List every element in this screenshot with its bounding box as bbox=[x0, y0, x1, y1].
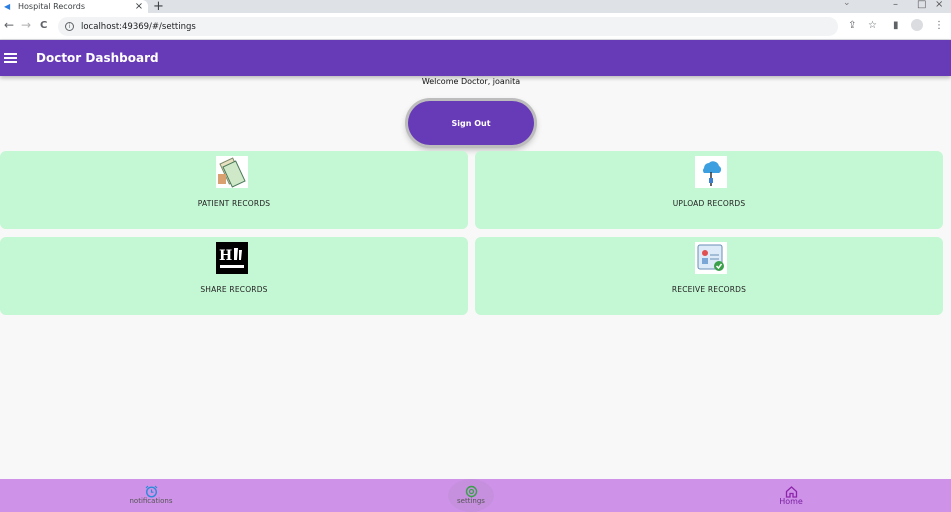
svg-text:H: H bbox=[219, 248, 232, 264]
favicon-icon: ◀ bbox=[4, 1, 11, 11]
card-label: RECEIVE RECORDS bbox=[671, 285, 747, 294]
tab-title: Hospital Records bbox=[18, 2, 85, 11]
tab-close-button[interactable]: × bbox=[134, 1, 144, 12]
card-label: UPLOAD RECORDS bbox=[672, 199, 746, 208]
home-icon bbox=[765, 483, 817, 498]
patient-records-icon bbox=[216, 156, 248, 188]
profile-avatar-icon[interactable] bbox=[911, 19, 923, 31]
receive-records-icon bbox=[695, 242, 727, 274]
new-tab-button[interactable]: + bbox=[153, 0, 164, 14]
sign-out-button[interactable]: Sign Out bbox=[408, 101, 534, 145]
card-patient-records[interactable]: PATIENT RECORDS bbox=[0, 151, 468, 229]
app-bar: Doctor Dashboard bbox=[0, 40, 951, 76]
browser-tab-strip: ◀ Hospital Records × + ⌄ – □ × bbox=[0, 0, 951, 14]
nav-label: notifications bbox=[129, 497, 173, 505]
address-bar[interactable]: i localhost:49369/#/settings bbox=[58, 17, 838, 36]
nav-home[interactable]: Home bbox=[765, 479, 817, 512]
menu-icon[interactable] bbox=[4, 51, 17, 65]
card-label: SHARE RECORDS bbox=[200, 285, 268, 294]
browser-toolbar: ← → C i localhost:49369/#/settings ⇪ ☆ ▮… bbox=[0, 13, 951, 40]
card-upload-records[interactable]: UPLOAD RECORDS bbox=[475, 151, 943, 229]
url-text: localhost:49369/#/settings bbox=[81, 21, 196, 32]
back-button[interactable]: ← bbox=[4, 18, 14, 32]
tab-search-icon[interactable]: ⌄ bbox=[843, 0, 851, 8]
browser-tab[interactable]: ◀ Hospital Records × bbox=[0, 0, 148, 13]
upload-cloud-icon bbox=[695, 156, 727, 188]
reload-button[interactable]: C bbox=[40, 20, 47, 31]
settings-icon bbox=[448, 483, 494, 498]
page-title: Doctor Dashboard bbox=[36, 51, 159, 65]
side-panel-icon[interactable]: ▮ bbox=[893, 20, 899, 31]
bottom-navigation: notifications settings Home bbox=[0, 479, 951, 512]
share-records-icon: H bbox=[216, 242, 248, 274]
share-icon[interactable]: ⇪ bbox=[848, 20, 856, 31]
forward-button[interactable]: → bbox=[21, 18, 31, 32]
nav-settings[interactable]: settings bbox=[448, 479, 494, 512]
bookmark-star-icon[interactable]: ☆ bbox=[868, 20, 877, 31]
close-window-button[interactable]: × bbox=[935, 0, 943, 10]
minimize-button[interactable]: – bbox=[893, 0, 898, 10]
browser-menu-icon[interactable]: ⋮ bbox=[934, 20, 944, 31]
card-label: PATIENT RECORDS bbox=[197, 199, 271, 208]
card-receive-records[interactable]: RECEIVE RECORDS bbox=[475, 237, 943, 315]
nav-label: Home bbox=[779, 497, 803, 506]
alarm-icon bbox=[110, 483, 192, 498]
nav-label: settings bbox=[457, 497, 485, 505]
card-share-records[interactable]: H SHARE RECORDS bbox=[0, 237, 468, 315]
nav-notifications[interactable]: notifications bbox=[110, 479, 192, 512]
site-info-icon[interactable]: i bbox=[65, 22, 74, 31]
maximize-button[interactable]: □ bbox=[917, 0, 926, 10]
welcome-text: Welcome Doctor, joanita bbox=[421, 77, 521, 86]
